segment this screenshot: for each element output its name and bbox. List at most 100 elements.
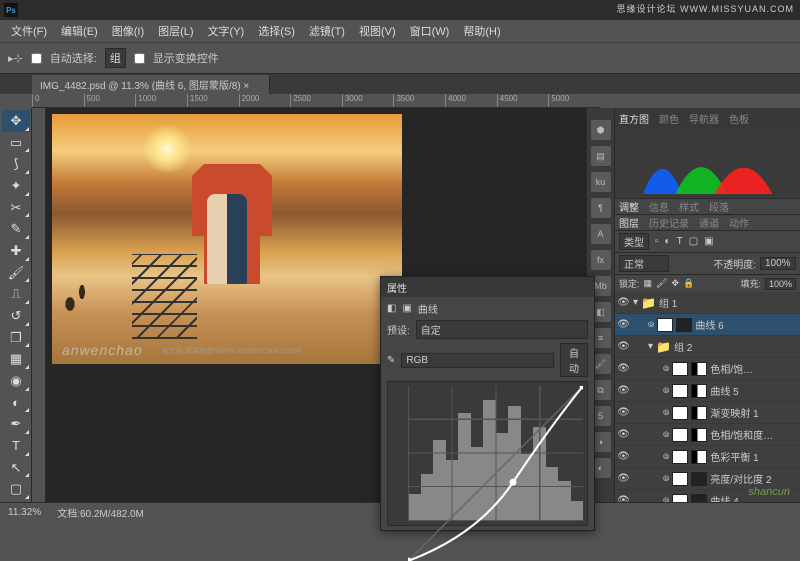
link-icon[interactable]: ⦾ — [663, 408, 669, 418]
crop-tool[interactable]: ✂ — [2, 197, 30, 219]
filter-smart-icon[interactable]: ▣ — [704, 236, 713, 247]
lock-transparency-icon[interactable]: ▦ — [644, 278, 653, 289]
history-brush-tool[interactable]: ↺ — [2, 305, 30, 327]
lock-all-icon[interactable]: 🔒 — [683, 278, 694, 289]
gradient-tool[interactable]: ▦ — [2, 348, 30, 370]
move-tool[interactable]: ✥ — [2, 110, 30, 132]
properties-tab[interactable]: 属性 — [381, 277, 594, 297]
layer-row[interactable]: 👁⦾色相/饱… — [615, 358, 800, 380]
menu-window[interactable]: 窗口(W) — [403, 23, 457, 39]
filter-type-icon[interactable]: T — [677, 236, 683, 247]
tab-layers[interactable]: 图层 — [619, 215, 639, 230]
layer-kind-dropdown[interactable]: 类型 — [619, 233, 649, 250]
channel-sampler-icon[interactable]: ✎ — [387, 355, 395, 366]
dock-icon-3[interactable]: ku — [591, 172, 611, 192]
layer-row[interactable]: 👁⦾色彩平衡 1 — [615, 446, 800, 468]
folder-icon: 📁 — [656, 340, 671, 354]
visibility-icon[interactable]: 👁 — [617, 341, 630, 352]
link-icon[interactable]: ⦾ — [663, 386, 669, 396]
layer-row[interactable]: 👁 ⦾ 渐变映射 1 — [615, 402, 800, 424]
tab-histogram[interactable]: 直方图 — [619, 111, 649, 126]
lasso-tool[interactable]: ⟆ — [2, 153, 30, 175]
document-tab[interactable]: IMG_4482.psd @ 11.3% (曲线 6, 图层蒙版/8) × — [32, 75, 270, 94]
type-tool[interactable]: T — [2, 435, 30, 457]
menu-edit[interactable]: 编辑(E) — [54, 23, 105, 39]
auto-select-checkbox[interactable] — [31, 53, 42, 64]
visibility-icon[interactable]: 👁 — [617, 385, 630, 396]
auto-select-dropdown[interactable]: 组 — [105, 48, 126, 68]
menu-view[interactable]: 视图(V) — [352, 23, 403, 39]
layer-name: 渐变映射 1 — [710, 405, 758, 420]
tab-styles[interactable]: 样式 — [679, 199, 699, 214]
visibility-icon[interactable]: 👁 — [617, 363, 630, 374]
tab-paragraph[interactable]: 段落 — [709, 199, 729, 214]
chevron-icon[interactable]: ▾ — [633, 297, 638, 308]
visibility-icon[interactable]: 👁 — [617, 297, 630, 308]
layer-row[interactable]: 👁▾📁组 2 — [615, 336, 800, 358]
magic-wand-tool[interactable]: ✦ — [2, 175, 30, 197]
tab-color[interactable]: 颜色 — [659, 111, 679, 126]
link-icon[interactable]: ⦾ — [663, 430, 669, 440]
chevron-icon[interactable]: ▾ — [648, 341, 653, 352]
path-tool[interactable]: ↖ — [2, 457, 30, 479]
zoom-level[interactable]: 11.32% — [8, 507, 41, 518]
marquee-tool[interactable]: ▭ — [2, 132, 30, 154]
filter-pixel-icon[interactable]: ▫ — [655, 236, 659, 247]
lock-position-icon[interactable]: ✥ — [671, 278, 679, 289]
brush-tool[interactable]: 🖌 — [2, 262, 30, 284]
preset-dropdown[interactable]: 自定 — [416, 320, 588, 339]
tab-channels[interactable]: 通道 — [699, 215, 719, 230]
tab-history[interactable]: 历史记录 — [649, 215, 689, 230]
show-transform-checkbox[interactable] — [134, 53, 145, 64]
eyedropper-tool[interactable]: ✎ — [2, 218, 30, 240]
dock-icon-5[interactable]: A — [591, 224, 611, 244]
menu-layer[interactable]: 图层(L) — [151, 23, 200, 39]
shape-tool[interactable]: ▢ — [2, 478, 30, 500]
link-icon[interactable]: ⦾ — [663, 452, 669, 462]
link-icon[interactable]: ⦾ — [663, 364, 669, 374]
channel-dropdown[interactable]: RGB — [401, 353, 554, 368]
link-icon[interactable]: ⦾ — [663, 474, 669, 484]
link-icon[interactable]: ⦾ — [648, 320, 654, 330]
visibility-icon[interactable]: 👁 — [617, 319, 630, 330]
tab-navigator[interactable]: 导航器 — [689, 111, 719, 126]
dock-icon-4[interactable]: ¶ — [591, 198, 611, 218]
menu-select[interactable]: 选择(S) — [251, 23, 302, 39]
curves-graph[interactable] — [387, 381, 588, 526]
link-icon[interactable]: ⦾ — [663, 496, 669, 503]
layer-row[interactable]: 👁▾📁组 1 — [615, 292, 800, 314]
visibility-icon[interactable]: 👁 — [617, 473, 630, 484]
filter-adj-icon[interactable]: ◐ — [665, 236, 671, 247]
blur-tool[interactable]: ◉ — [2, 370, 30, 392]
filter-shape-icon[interactable]: ▢ — [689, 236, 698, 247]
pen-tool[interactable]: ✒ — [2, 413, 30, 435]
blend-mode-dropdown[interactable]: 正常 — [619, 255, 669, 272]
tab-info[interactable]: 信息 — [649, 199, 669, 214]
menu-type[interactable]: 文字(Y) — [201, 23, 252, 39]
healing-tool[interactable]: ✚ — [2, 240, 30, 262]
fill-input[interactable]: 100% — [765, 278, 796, 290]
dock-icon-1[interactable]: ⬢ — [591, 120, 611, 140]
dodge-tool[interactable]: ◐ — [2, 392, 30, 414]
layer-row[interactable]: 👁⦾曲线 5 — [615, 380, 800, 402]
menu-image[interactable]: 图像(I) — [105, 23, 151, 39]
tab-actions[interactable]: 动作 — [729, 215, 749, 230]
opacity-input[interactable]: 100% — [760, 257, 796, 270]
dock-icon-2[interactable]: ▤ — [591, 146, 611, 166]
visibility-icon[interactable]: 👁 — [617, 407, 630, 418]
menu-filter[interactable]: 滤镜(T) — [302, 23, 352, 39]
dock-icon-6[interactable]: fx — [591, 250, 611, 270]
menu-file[interactable]: 文件(F) — [4, 23, 54, 39]
layer-row[interactable]: 👁⦾色相/饱和度… — [615, 424, 800, 446]
visibility-icon[interactable]: 👁 — [617, 495, 630, 502]
tab-swatches[interactable]: 色板 — [729, 111, 749, 126]
stamp-tool[interactable]: ⎍ — [2, 283, 30, 305]
eraser-tool[interactable]: ❐ — [2, 327, 30, 349]
visibility-icon[interactable]: 👁 — [617, 429, 630, 440]
tab-adjustments[interactable]: 调整 — [619, 199, 639, 214]
auto-button[interactable]: 自动 — [560, 343, 588, 377]
menu-help[interactable]: 帮助(H) — [456, 23, 507, 39]
visibility-icon[interactable]: 👁 — [617, 451, 630, 462]
layer-row[interactable]: 👁⦾曲线 6 — [615, 314, 800, 336]
lock-pixels-icon[interactable]: 🖌 — [656, 278, 667, 289]
